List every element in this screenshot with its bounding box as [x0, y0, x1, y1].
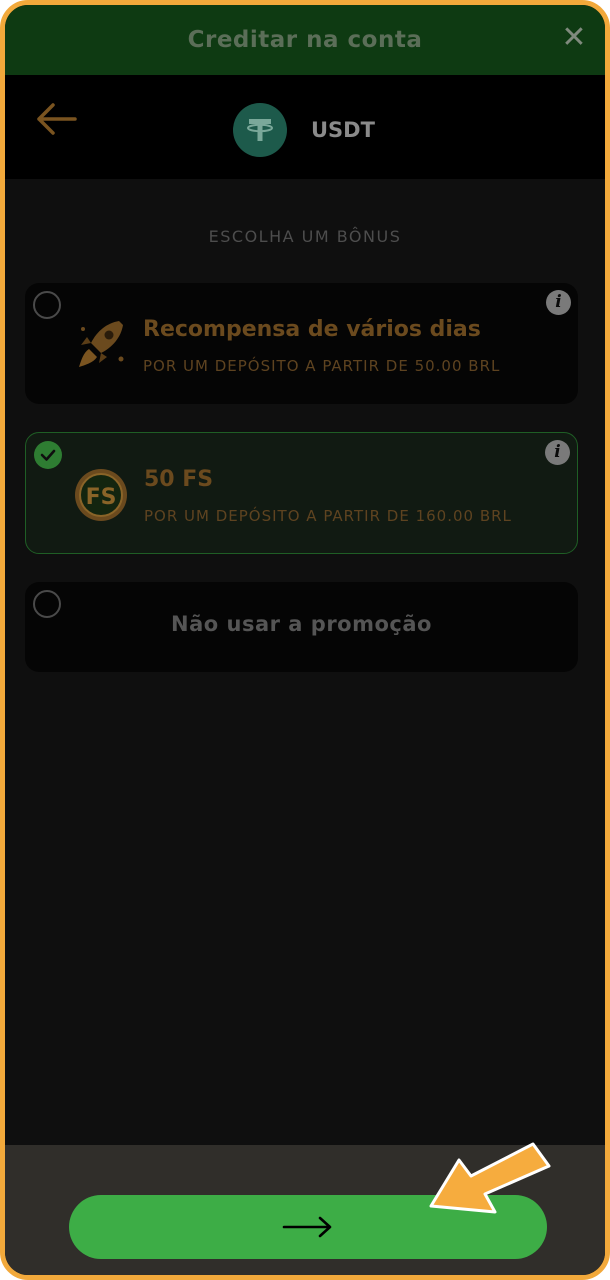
fs-coin-icon: FS	[72, 466, 130, 524]
rocket-icon	[73, 315, 131, 373]
modal-title: Creditar na conta	[187, 27, 423, 53]
bonus-subtitle: POR UM DEPÓSITO A PARTIR DE 160.00 BRL	[144, 507, 512, 525]
bonus-title: Recompensa de vários dias	[143, 317, 481, 342]
close-icon[interactable]: ✕	[559, 23, 589, 53]
bonus-option-multiday[interactable]: i Recompensa de vários dias POR UM DEPÓS…	[25, 283, 578, 404]
check-icon	[40, 449, 56, 461]
bonus-title: 50 FS	[144, 467, 214, 492]
info-icon[interactable]: i	[545, 440, 570, 465]
bonus-option-none[interactable]: Não usar a promoção	[25, 582, 578, 672]
app-frame: Creditar na conta ✕ USDT ESCOLHA UM BÔNU…	[0, 0, 610, 1280]
pointer-arrow-icon	[429, 1142, 551, 1214]
info-icon[interactable]: i	[546, 290, 571, 315]
currency-bar: USDT	[5, 75, 605, 179]
currency-code: USDT	[311, 118, 375, 142]
arrow-right-icon	[282, 1216, 332, 1238]
radio-unchecked[interactable]	[33, 291, 61, 319]
tether-icon	[233, 103, 287, 157]
radio-checked[interactable]	[34, 441, 62, 469]
no-promo-label: Não usar a promoção	[171, 612, 432, 636]
section-label: ESCOLHA UM BÔNUS	[208, 227, 402, 246]
bonus-option-50fs[interactable]: i FS 50 FS POR UM DEPÓSITO A PARTIR DE 1…	[25, 432, 578, 554]
back-arrow-icon[interactable]	[31, 99, 79, 139]
bonus-subtitle: POR UM DEPÓSITO A PARTIR DE 50.00 BRL	[143, 357, 501, 375]
svg-text:FS: FS	[86, 485, 117, 510]
currency-selector[interactable]: USDT	[233, 103, 375, 157]
modal-header: Creditar na conta ✕	[5, 5, 605, 75]
